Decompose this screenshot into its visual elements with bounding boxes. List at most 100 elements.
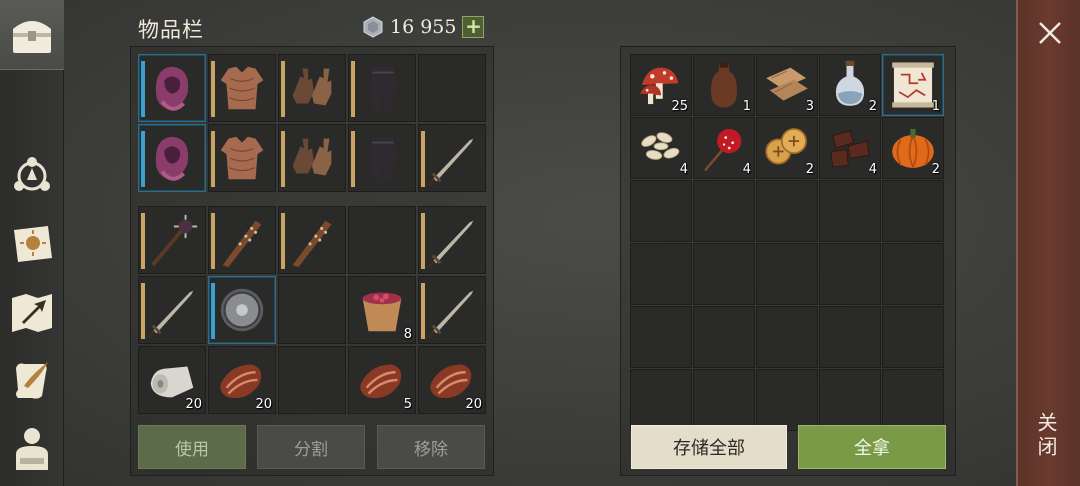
empty-slot[interactable] — [630, 243, 692, 305]
inventory-slot[interactable]: 2 — [882, 117, 944, 179]
gloves-icon — [292, 68, 332, 106]
chest-icon — [13, 20, 51, 53]
tab-crafting[interactable] — [6, 150, 58, 202]
inventory-slot[interactable]: 1 — [693, 54, 755, 116]
inventory-slot[interactable] — [348, 54, 416, 122]
empty-slot[interactable] — [882, 180, 944, 242]
inventory-slot[interactable]: 4 — [819, 117, 881, 179]
pants-icon — [370, 136, 396, 182]
durability-bar — [421, 131, 425, 187]
hood-icon — [155, 136, 189, 181]
inventory-slot[interactable] — [418, 276, 486, 344]
durability-bar — [281, 213, 285, 269]
item-count: 4 — [679, 162, 688, 177]
inventory-slot[interactable] — [208, 276, 276, 344]
durability-bar — [141, 283, 145, 339]
empty-slot[interactable] — [278, 276, 346, 344]
character-icon — [16, 428, 48, 470]
inventory-slot[interactable]: 5 — [348, 346, 416, 414]
add-currency-button[interactable]: + — [462, 16, 485, 38]
close-icon[interactable] — [1035, 18, 1065, 48]
close-label[interactable]: 关闭 — [1032, 412, 1061, 460]
remove-button[interactable]: 移除 — [377, 425, 485, 469]
inventory-slot[interactable]: 20 — [418, 346, 486, 414]
inventory-slot[interactable]: 4 — [693, 117, 755, 179]
item-count: 8 — [403, 327, 412, 342]
tab-map[interactable] — [6, 286, 58, 338]
currency-amount: 16 955 — [390, 16, 457, 38]
inventory-slot[interactable] — [278, 54, 346, 122]
inventory-slot[interactable] — [418, 206, 486, 274]
item-count: 20 — [185, 397, 202, 412]
item-count: 1 — [931, 99, 940, 114]
campfire-icon — [14, 157, 50, 191]
inventory-slot[interactable] — [138, 54, 206, 122]
inventory-slot[interactable]: 20 — [138, 346, 206, 414]
spiked-club-icon — [222, 220, 262, 268]
empty-slot[interactable] — [819, 306, 881, 368]
inventory-slot[interactable] — [418, 124, 486, 192]
empty-slot[interactable] — [756, 369, 818, 431]
inventory-slot[interactable] — [278, 124, 346, 192]
durability-bar — [421, 213, 425, 269]
empty-slot[interactable] — [418, 54, 486, 122]
empty-slot[interactable] — [819, 243, 881, 305]
inventory-slot[interactable]: 8 — [348, 276, 416, 344]
empty-slot[interactable] — [756, 306, 818, 368]
tab-skills[interactable] — [6, 218, 58, 270]
inventory-slot[interactable]: 2 — [819, 54, 881, 116]
tab-inventory[interactable] — [0, 0, 64, 70]
empty-slot[interactable] — [882, 243, 944, 305]
durability-bar — [211, 131, 215, 187]
sword-icon — [427, 290, 474, 339]
store-all-button[interactable]: 存储全部 — [631, 425, 787, 469]
empty-slot[interactable] — [693, 369, 755, 431]
inventory-slot[interactable] — [278, 206, 346, 274]
item-count: 2 — [805, 162, 814, 177]
empty-slot[interactable] — [693, 306, 755, 368]
item-count: 4 — [742, 162, 751, 177]
take-all-button[interactable]: 全拿 — [798, 425, 946, 469]
inventory-slot[interactable]: 1 — [882, 54, 944, 116]
inventory-slot[interactable] — [138, 206, 206, 274]
inventory-slot[interactable] — [208, 124, 276, 192]
durability-bar — [281, 131, 285, 187]
inventory-slot[interactable] — [208, 54, 276, 122]
empty-slot[interactable] — [693, 180, 755, 242]
empty-slot[interactable] — [630, 369, 692, 431]
empty-slot[interactable] — [630, 306, 692, 368]
tab-quests[interactable] — [6, 354, 58, 406]
inventory-slot[interactable]: 2 — [756, 117, 818, 179]
inventory-slot[interactable]: 20 — [208, 346, 276, 414]
close-bar[interactable]: 关闭 — [1016, 0, 1080, 486]
map-arrow-icon — [12, 294, 52, 332]
inventory-slot[interactable]: 25 — [630, 54, 692, 116]
use-button[interactable]: 使用 — [138, 425, 246, 469]
chest-armor-icon — [220, 136, 264, 180]
empty-slot[interactable] — [756, 243, 818, 305]
empty-slot[interactable] — [278, 346, 346, 414]
empty-slot[interactable] — [819, 369, 881, 431]
empty-slot[interactable] — [756, 180, 818, 242]
inventory-slot[interactable]: 3 — [756, 54, 818, 116]
empty-slot[interactable] — [693, 243, 755, 305]
durability-bar — [211, 61, 215, 117]
split-button[interactable]: 分割 — [257, 425, 365, 469]
empty-slot[interactable] — [882, 306, 944, 368]
item-count: 20 — [255, 397, 272, 412]
durability-bar — [141, 131, 145, 187]
spiked-mace-icon — [151, 214, 198, 267]
item-count: 3 — [805, 99, 814, 114]
empty-slot[interactable] — [882, 369, 944, 431]
inventory-slot[interactable] — [138, 276, 206, 344]
container-grid: 25 1 3 2 1 4 4 2 4 2 — [630, 54, 944, 431]
empty-slot[interactable] — [348, 206, 416, 274]
inventory-slot[interactable]: 4 — [630, 117, 692, 179]
empty-slot[interactable] — [630, 180, 692, 242]
inventory-slot[interactable] — [208, 206, 276, 274]
inventory-slot[interactable] — [138, 124, 206, 192]
durability-bar — [421, 283, 425, 339]
inventory-slot[interactable] — [348, 124, 416, 192]
empty-slot[interactable] — [819, 180, 881, 242]
tab-character[interactable] — [6, 422, 58, 474]
